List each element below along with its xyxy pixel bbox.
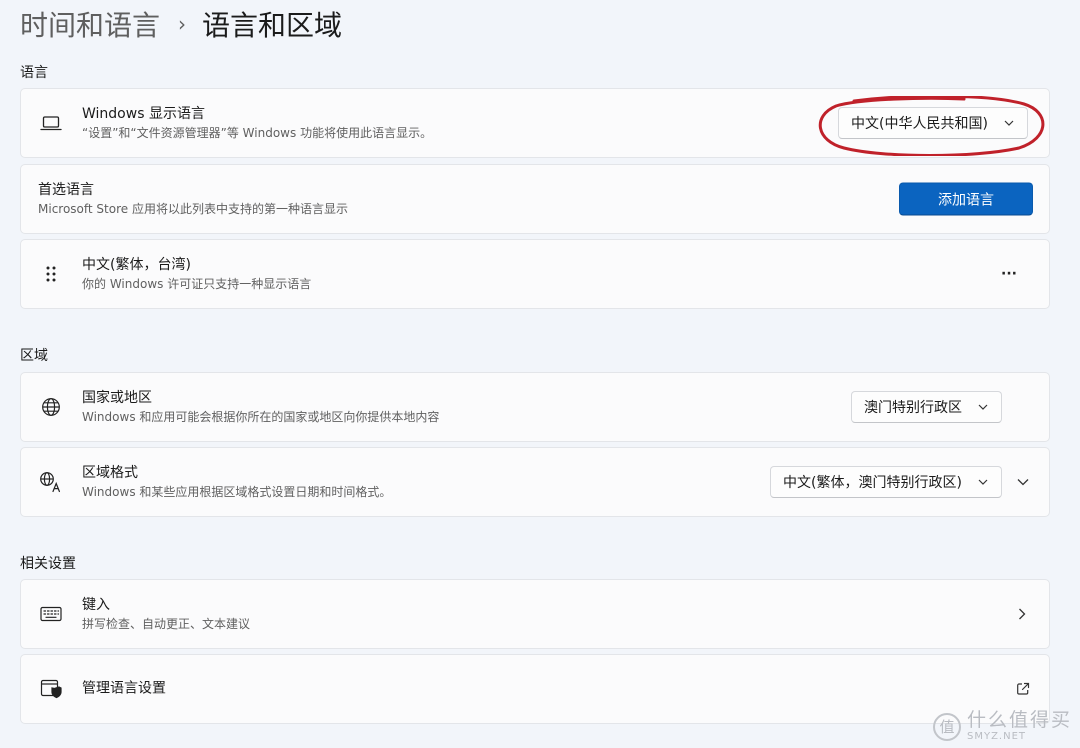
chevron-down-icon — [977, 476, 989, 488]
chevron-right-icon[interactable] — [1012, 604, 1032, 624]
more-options-icon[interactable]: ··· — [995, 264, 1023, 284]
typing-card[interactable]: 键入 拼写检查、自动更正、文本建议 — [20, 579, 1050, 649]
regional-format-dropdown[interactable]: 中文(繁体，澳门特别行政区) — [770, 466, 1002, 498]
country-card: 国家或地区 Windows 和应用可能会根据你所在的国家或地区向你提供本地内容 … — [20, 372, 1050, 442]
section-title-region: 区域 — [20, 348, 48, 364]
regional-format-subtitle: Windows 和某些应用根据区域格式设置日期和时间格式。 — [82, 485, 392, 499]
page-title: 语言和区域 — [202, 9, 343, 42]
breadcrumb-parent[interactable]: 时间和语言 — [20, 4, 160, 44]
display-language-dropdown[interactable]: 中文(中华人民共和国) — [838, 107, 1028, 139]
language-list-item[interactable]: 中文(繁体，台湾) 你的 Windows 许可证只支持一种显示语言 ··· — [20, 239, 1050, 309]
keyboard-icon — [39, 602, 63, 626]
preferred-languages-subtitle: Microsoft Store 应用将以此列表中支持的第一种语言显示 — [38, 202, 348, 216]
breadcrumb-separator: › — [178, 12, 187, 36]
section-title-related: 相关设置 — [20, 556, 76, 572]
preferred-languages-card: 首选语言 Microsoft Store 应用将以此列表中支持的第一种语言显示 … — [20, 164, 1050, 234]
preferred-languages-title: 首选语言 — [38, 182, 94, 198]
language-format-icon — [39, 470, 63, 494]
admin-shield-icon — [39, 677, 63, 701]
display-language-value: 中文(中华人民共和国) — [851, 116, 988, 132]
add-language-button[interactable]: 添加语言 — [899, 182, 1033, 216]
country-dropdown[interactable]: 澳门特别行政区 — [851, 391, 1002, 423]
watermark-cn: 什么值得买 — [966, 709, 1072, 731]
watermark-logo-icon: 值 — [932, 712, 961, 741]
laptop-icon — [39, 111, 63, 135]
display-language-card: Windows 显示语言 “设置”和“文件资源管理器”等 Windows 功能将… — [20, 88, 1050, 158]
watermark: 值 什么值得买 SMYZ.NET — [932, 709, 1072, 742]
chevron-down-icon — [977, 401, 989, 413]
admin-language-title: 管理语言设置 — [82, 680, 166, 697]
globe-icon — [39, 395, 63, 419]
display-language-title: Windows 显示语言 — [82, 106, 205, 122]
chevron-down-icon — [1003, 117, 1015, 129]
country-title: 国家或地区 — [82, 390, 152, 406]
country-value: 澳门特别行政区 — [864, 400, 962, 416]
regional-format-title: 区域格式 — [82, 465, 138, 481]
expand-chevron-icon[interactable] — [1013, 472, 1033, 492]
typing-subtitle: 拼写检查、自动更正、文本建议 — [82, 617, 251, 631]
watermark-en: SMYZ.NET — [966, 731, 1027, 742]
language-item-subtitle: 你的 Windows 许可证只支持一种显示语言 — [82, 277, 312, 291]
country-subtitle: Windows 和应用可能会根据你所在的国家或地区向你提供本地内容 — [82, 410, 440, 424]
typing-title: 键入 — [82, 597, 110, 613]
section-title-language: 语言 — [20, 65, 48, 81]
regional-format-card[interactable]: 区域格式 Windows 和某些应用根据区域格式设置日期和时间格式。 中文(繁体… — [20, 447, 1050, 517]
external-link-icon[interactable] — [1013, 679, 1033, 699]
breadcrumb: 时间和语言 › 语言和区域 — [20, 2, 342, 46]
admin-language-card[interactable]: 管理语言设置 — [20, 654, 1050, 724]
language-item-title: 中文(繁体，台湾) — [82, 257, 191, 273]
display-language-subtitle: “设置”和“文件资源管理器”等 Windows 功能将使用此语言显示。 — [82, 126, 433, 140]
regional-format-value: 中文(繁体，澳门特别行政区) — [783, 475, 962, 491]
drag-handle-icon[interactable] — [39, 262, 63, 286]
